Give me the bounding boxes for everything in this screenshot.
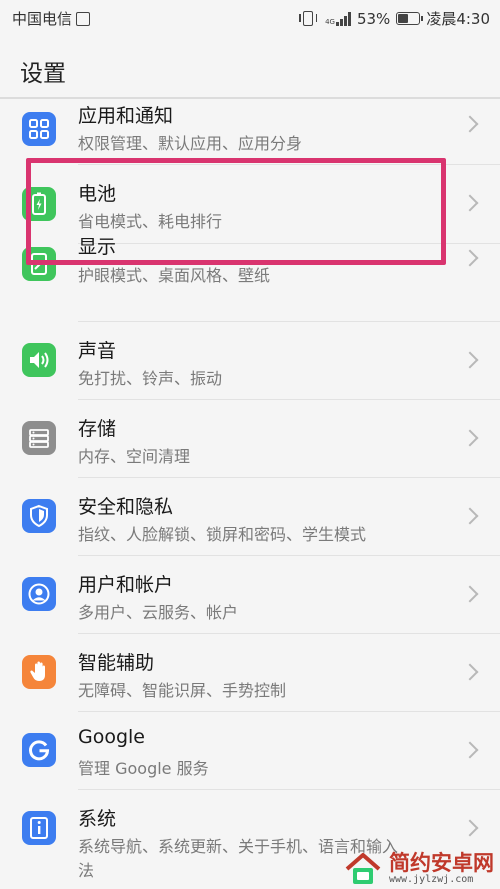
item-subtitle: 管理 Google 服务 <box>78 759 209 778</box>
item-title: 智能辅助 <box>78 652 155 674</box>
network-type-label: 4G <box>325 17 335 26</box>
carrier-label: 中国电信 <box>12 10 73 28</box>
shield-icon <box>22 499 56 533</box>
battery-status-icon <box>396 12 424 25</box>
storage-icon <box>22 421 56 455</box>
apps-grid-icon <box>22 112 56 146</box>
clock-label: 凌晨4:30 <box>426 10 490 28</box>
item-title: 用户和帐户 <box>78 574 174 596</box>
chevron-right-icon <box>461 429 479 447</box>
item-subtitle: 免打扰、铃声、振动 <box>78 369 223 388</box>
battery-percent-label: 53% <box>356 9 391 28</box>
chevron-right-icon <box>461 663 479 681</box>
settings-item-google[interactable]: Google 管理 Google 服务 <box>0 712 500 790</box>
item-subtitle: 权限管理、默认应用、应用分身 <box>78 134 303 153</box>
chevron-right-icon <box>461 351 479 369</box>
watermark-title: 简约安卓网 <box>389 851 494 875</box>
watermark-url: www.jylzwj.com <box>389 874 474 885</box>
chevron-right-icon <box>461 819 479 837</box>
settings-item-accounts[interactable]: 用户和帐户 多用户、云服务、帐户 <box>0 556 500 634</box>
watermark-text: 简约安卓网 www.jylzwj.com <box>389 852 494 886</box>
highlight-box <box>26 158 446 265</box>
settings-item-storage[interactable]: 存储 内存、空间清理 <box>0 400 500 478</box>
chevron-right-icon <box>461 741 479 759</box>
item-title: 安全和隐私 <box>78 496 174 518</box>
status-left: 中国电信 <box>12 8 91 29</box>
item-title: 声音 <box>78 340 117 362</box>
chevron-right-icon <box>461 194 479 212</box>
google-g-icon <box>22 733 56 767</box>
watermark: 简约安卓网 www.jylzwj.com <box>343 851 494 887</box>
hand-icon <box>22 655 56 689</box>
settings-item-sound[interactable]: 声音 免打扰、铃声、振动 <box>0 322 500 400</box>
settings-item-security[interactable]: 安全和隐私 指纹、人脸解锁、锁屏和密码、学生模式 <box>0 478 500 556</box>
item-title: Google <box>78 726 146 748</box>
battery-fill <box>398 14 409 23</box>
sim-card-icon <box>76 11 91 26</box>
item-subtitle: 指纹、人脸解锁、锁屏和密码、学生模式 <box>78 525 367 544</box>
info-icon <box>22 811 56 845</box>
item-subtitle-wrap: 法 <box>78 861 95 880</box>
status-right: 4G 53% 凌晨4:30 <box>299 8 490 29</box>
settings-item-apps[interactable]: 应用和通知 权限管理、默认应用、应用分身 <box>0 99 500 165</box>
item-title: 存储 <box>78 418 117 440</box>
item-subtitle: 无障碍、智能识屏、手势控制 <box>78 681 287 700</box>
item-subtitle: 内存、空间清理 <box>78 447 191 466</box>
item-subtitle: 护眼模式、桌面风格、壁纸 <box>78 266 271 285</box>
item-subtitle: 多用户、云服务、帐户 <box>78 603 239 622</box>
page-title: 设置 <box>20 61 66 87</box>
settings-screen: 中国电信 4G 53% 凌晨4:30 设置 应用和通知 权限管理、默认应用、应用… <box>0 0 500 889</box>
signal-group: 4G <box>325 11 351 26</box>
item-title: 应用和通知 <box>78 105 174 127</box>
chevron-right-icon <box>461 115 479 133</box>
speaker-icon <box>22 343 56 377</box>
chevron-right-icon <box>461 249 479 267</box>
status-bar: 中国电信 4G 53% 凌晨4:30 <box>0 0 500 36</box>
user-icon <box>22 577 56 611</box>
chevron-right-icon <box>461 585 479 603</box>
watermark-logo-icon <box>343 851 383 887</box>
vibrate-icon <box>299 11 318 26</box>
settings-item-assist[interactable]: 智能辅助 无障碍、智能识屏、手势控制 <box>0 634 500 712</box>
item-title: 系统 <box>78 808 117 830</box>
signal-strength-icon <box>335 11 351 26</box>
chevron-right-icon <box>461 507 479 525</box>
